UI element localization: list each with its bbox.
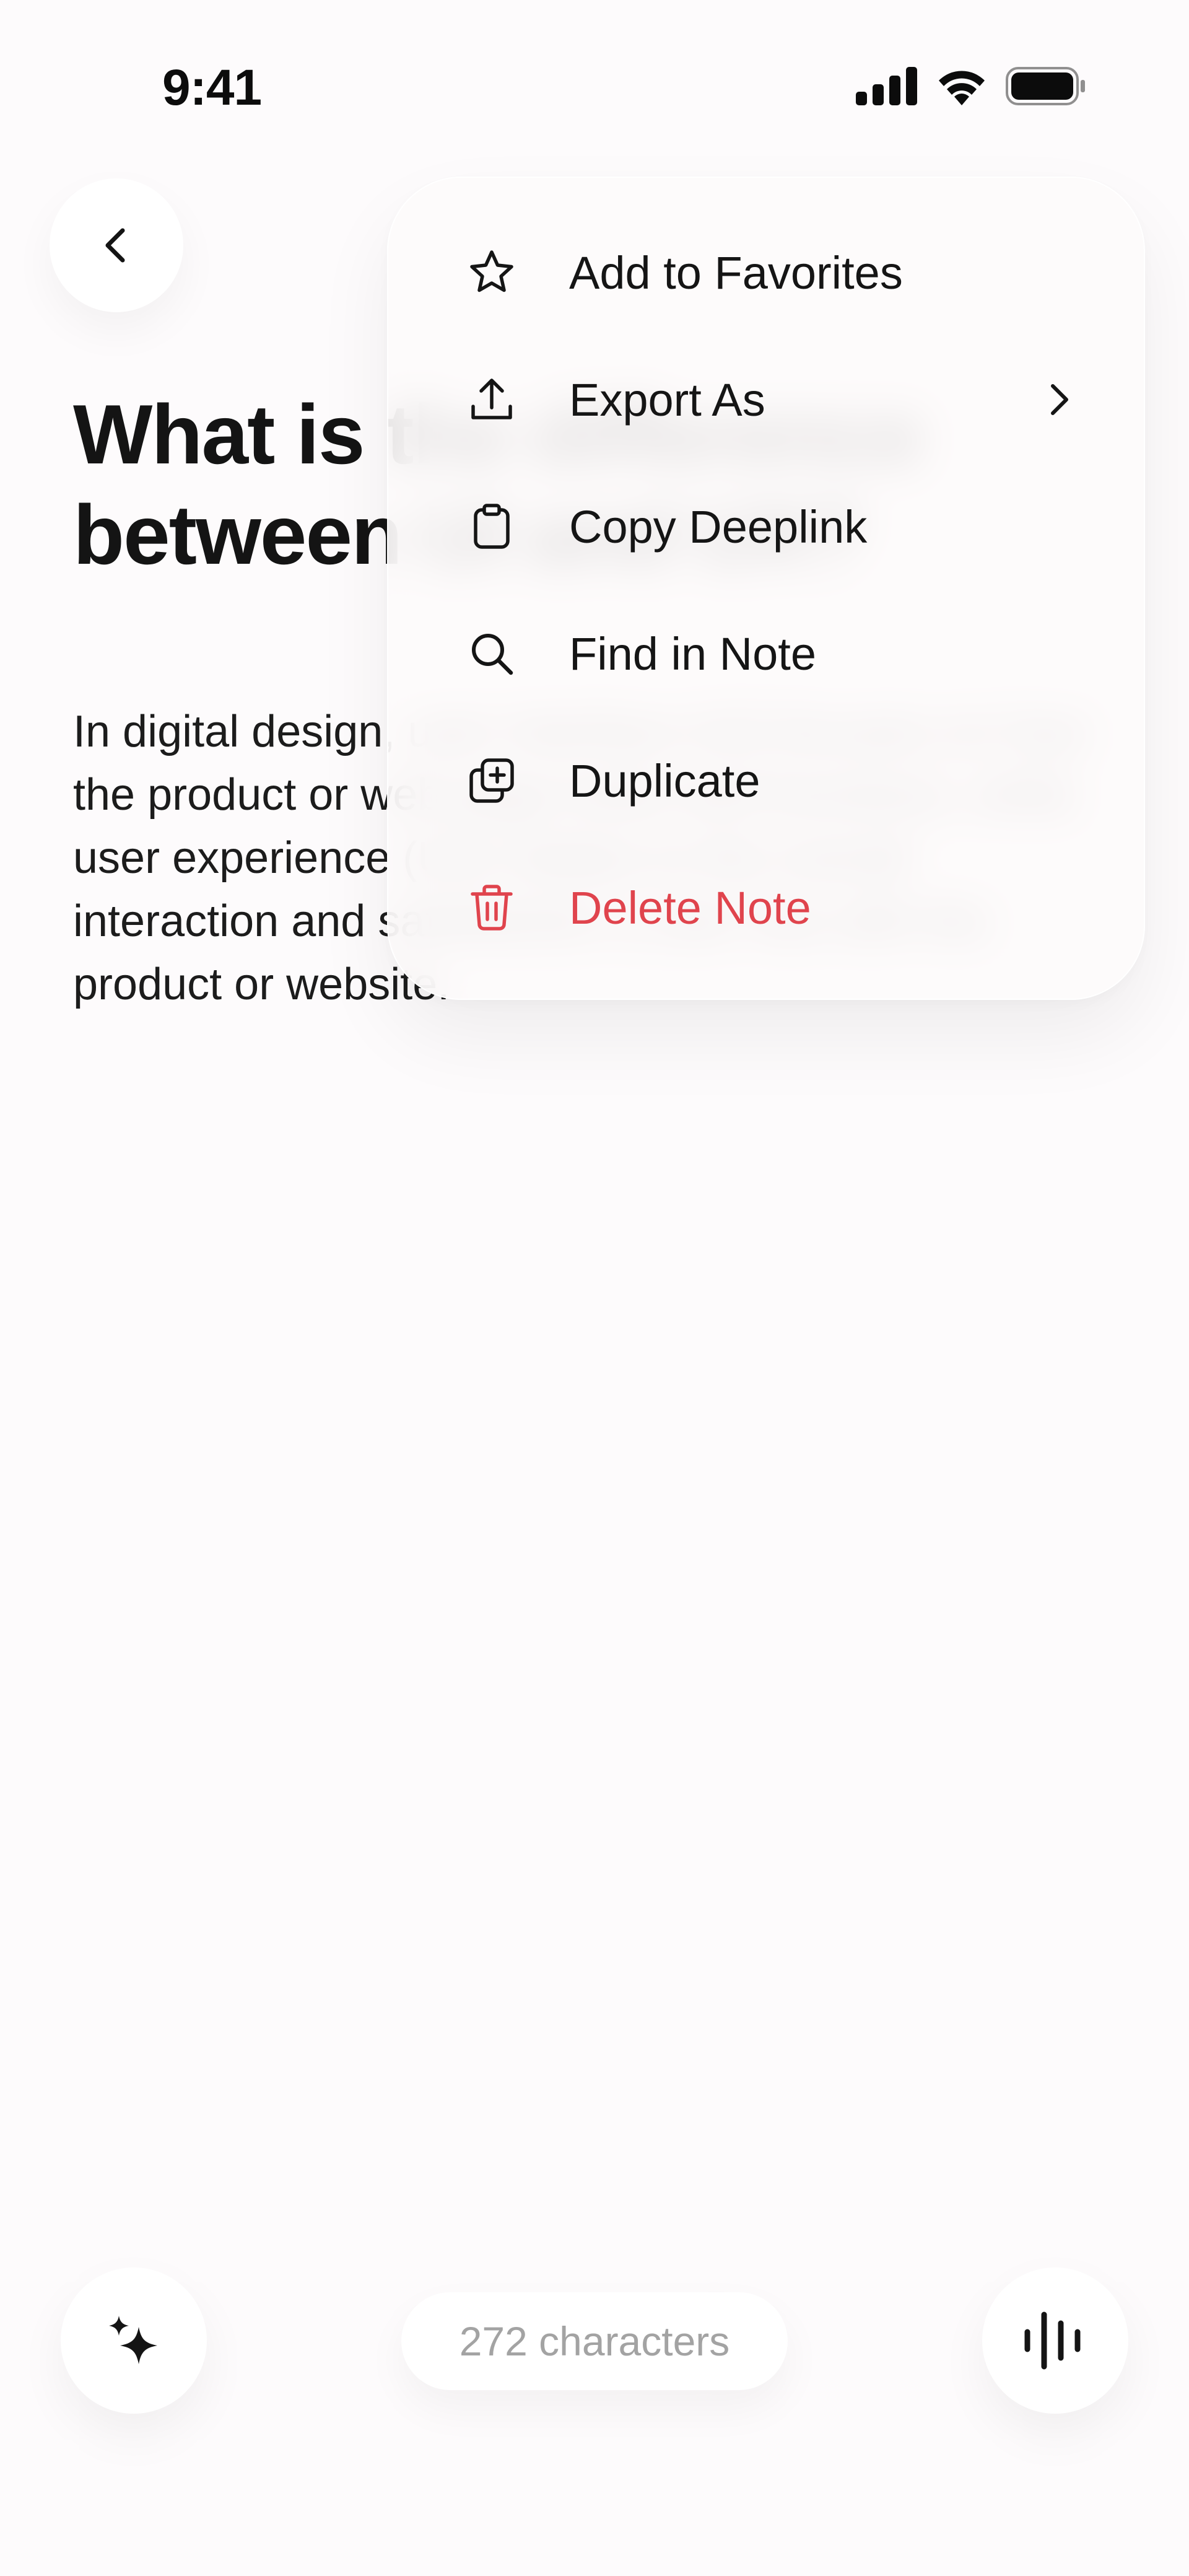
menu-item-label: Add to Favorites bbox=[569, 247, 903, 299]
voice-button[interactable] bbox=[982, 2267, 1128, 2414]
menu-item-delete-note[interactable]: Delete Note bbox=[387, 846, 1143, 970]
menu-items: Add to Favorites Export As Copy Deeplink bbox=[387, 177, 1143, 997]
character-count: 272 characters bbox=[401, 2292, 788, 2390]
trash-icon bbox=[466, 882, 517, 933]
menu-item-export-as[interactable]: Export As bbox=[387, 338, 1143, 462]
menu-item-copy-deeplink[interactable]: Copy Deeplink bbox=[387, 465, 1143, 589]
clipboard-icon bbox=[466, 501, 517, 552]
chevron-left-icon bbox=[105, 228, 125, 263]
menu-item-label: Find in Note bbox=[569, 628, 816, 680]
cellular-signal-icon bbox=[856, 67, 917, 105]
star-icon bbox=[466, 247, 517, 298]
chevron-right-icon bbox=[1051, 384, 1068, 415]
sparkles-icon bbox=[109, 2316, 157, 2364]
search-icon bbox=[466, 628, 517, 679]
battery-icon bbox=[1006, 67, 1085, 105]
upload-icon bbox=[466, 374, 517, 425]
menu-item-label: Export As bbox=[569, 374, 765, 426]
menu-item-duplicate[interactable]: Duplicate bbox=[387, 719, 1143, 843]
voice-waveform-icon bbox=[1024, 2311, 1081, 2370]
back-button[interactable] bbox=[50, 178, 183, 312]
ai-assist-button[interactable] bbox=[61, 2267, 207, 2414]
status-time: 9:41 bbox=[162, 59, 262, 116]
menu-item-label: Copy Deeplink bbox=[569, 501, 868, 553]
menu-item-find-in-note[interactable]: Find in Note bbox=[387, 592, 1143, 716]
menu-item-add-to-favorites[interactable]: Add to Favorites bbox=[387, 211, 1143, 335]
status-icons bbox=[856, 67, 1086, 105]
duplicate-icon bbox=[466, 755, 517, 806]
wifi-icon bbox=[939, 71, 985, 105]
menu-item-label: Delete Note bbox=[569, 882, 811, 934]
menu-item-label: Duplicate bbox=[569, 755, 760, 807]
